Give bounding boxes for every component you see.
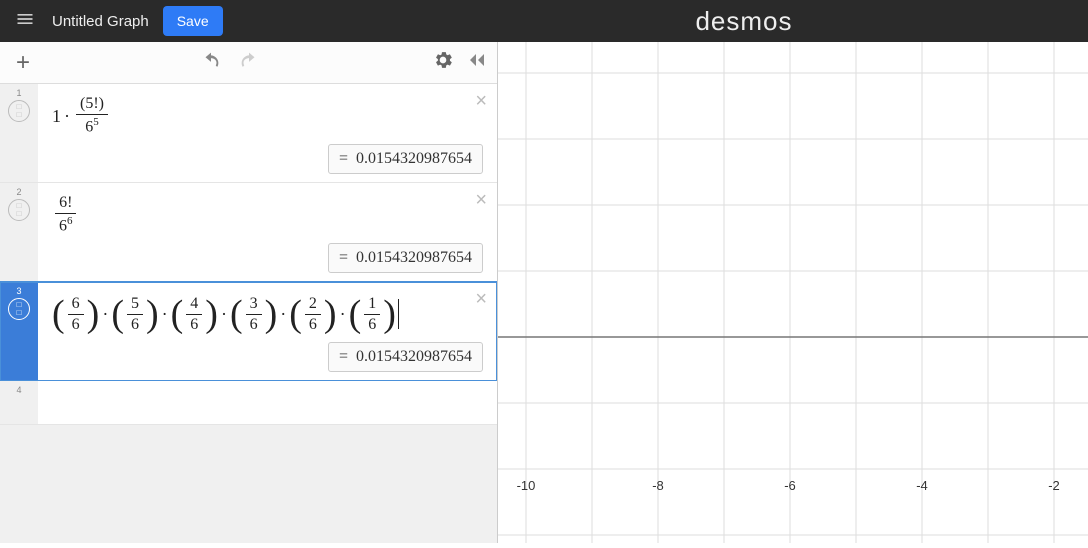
settings-button[interactable] — [433, 50, 453, 75]
expression-row-empty[interactable]: 4 — [0, 381, 497, 425]
panel-toolbar: + — [0, 42, 497, 84]
expression-result: = 0.0154320987654 — [52, 342, 483, 372]
delete-expression-button[interactable]: × — [475, 288, 487, 311]
expression-index: 2 — [16, 187, 21, 197]
expression-math[interactable]: 1· (5!) 65 — [52, 94, 483, 138]
expression-body[interactable]: × 1· (5!) 65 = 0.0154320987654 — [38, 84, 497, 182]
expression-result: = 0.0154320987654 — [52, 144, 483, 174]
expression-body[interactable] — [38, 381, 497, 441]
expression-math[interactable]: (66)·(56)·(46)·(36)·(26)·(16) — [52, 292, 483, 336]
expression-body[interactable]: × 6! 66 = 0.0154320987654 — [38, 183, 497, 281]
main-area: + 1 □□ — [0, 42, 1088, 543]
delete-expression-button[interactable]: × — [475, 189, 487, 212]
expression-type-icon[interactable]: □□ — [8, 298, 30, 320]
expression-math[interactable]: 6! 66 — [52, 193, 483, 237]
svg-text:-10: -10 — [517, 478, 536, 493]
graph-grid: -10 -8 -6 -4 -2 — [498, 42, 1088, 543]
menu-icon[interactable] — [10, 4, 40, 39]
expression-body[interactable]: × (66)·(56)·(46)·(36)·(26)·(16) = 0.0154… — [38, 282, 497, 380]
save-button[interactable]: Save — [163, 6, 223, 36]
expression-panel: + 1 □□ — [0, 42, 498, 543]
app-header: Untitled Graph Save desmos — [0, 0, 1088, 42]
expression-index: 4 — [16, 385, 21, 395]
expression-row[interactable]: 2 □□ × 6! 66 = 0.0154320987654 — [0, 183, 497, 282]
expression-gutter: 2 □□ — [0, 183, 38, 281]
expression-result: = 0.0154320987654 — [52, 243, 483, 273]
expression-gutter: 4 — [0, 381, 38, 424]
undo-button[interactable] — [200, 51, 222, 74]
expression-list: 1 □□ × 1· (5!) 65 = 0.0154320987654 — [0, 84, 497, 543]
add-expression-button[interactable]: + — [10, 49, 36, 77]
expression-type-icon[interactable]: □□ — [8, 199, 30, 221]
svg-text:-6: -6 — [784, 478, 796, 493]
svg-text:-2: -2 — [1048, 478, 1060, 493]
expression-type-icon[interactable]: □□ — [8, 100, 30, 122]
graph-canvas[interactable]: -10 -8 -6 -4 -2 — [498, 42, 1088, 543]
svg-text:-4: -4 — [916, 478, 928, 493]
expression-row[interactable]: 3 □□ × (66)·(56)·(46)·(36)·(26)·(16) = 0… — [0, 282, 497, 381]
redo-button[interactable] — [238, 51, 260, 74]
collapse-panel-button[interactable] — [467, 52, 487, 73]
expression-index: 3 — [16, 286, 21, 296]
expression-gutter: 1 □□ — [0, 84, 38, 182]
expression-index: 1 — [16, 88, 21, 98]
delete-expression-button[interactable]: × — [475, 90, 487, 113]
svg-text:-8: -8 — [652, 478, 664, 493]
expression-gutter: 3 □□ — [0, 282, 38, 380]
graph-title[interactable]: Untitled Graph — [52, 13, 149, 30]
expression-row[interactable]: 1 □□ × 1· (5!) 65 = 0.0154320987654 — [0, 84, 497, 183]
